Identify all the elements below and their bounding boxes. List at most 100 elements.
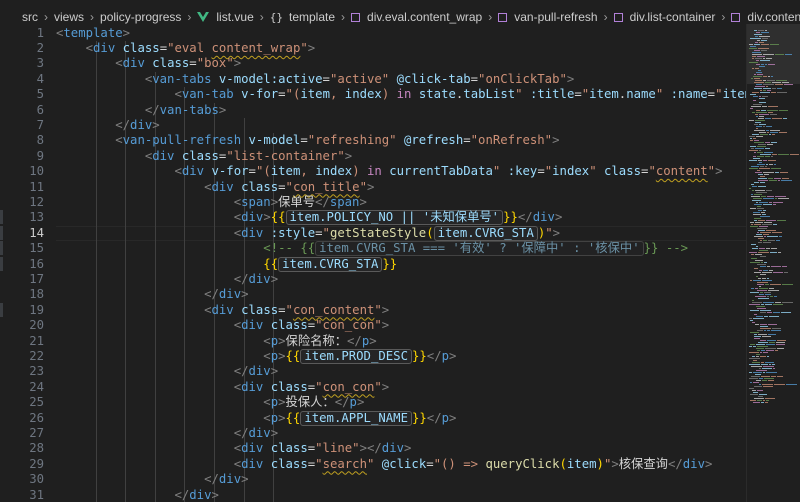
minimap-code-line [755, 68, 759, 69]
code-line[interactable]: <div v-for="(item, index) in currentTabD… [56, 164, 722, 179]
minimap-code-line [756, 344, 765, 345]
minimap-code-line [750, 400, 756, 401]
code-line[interactable]: <van-tab v-for="(item, index) in state.t… [56, 87, 746, 102]
chevron-right-icon: › [90, 10, 95, 24]
line-number: 27 [29, 425, 44, 440]
minimap-code-line [751, 258, 757, 259]
code-line[interactable]: <div class="line"></div> [56, 441, 412, 456]
minimap-code-line [759, 202, 768, 203]
minimap-code-line [761, 110, 766, 111]
code-line[interactable]: </div> [56, 272, 278, 287]
code-token: "onRefresh" [470, 133, 553, 148]
code-token: = [707, 87, 716, 102]
minimap-code-line [766, 344, 775, 345]
breadcrumb-label: policy-progress [100, 10, 182, 24]
minimap-code-line [750, 262, 760, 263]
minimap-code-line [773, 272, 783, 273]
code-line[interactable]: <p>投保人：</p> [56, 395, 364, 410]
code-token: </ [144, 102, 160, 117]
minimap-code-line [773, 312, 780, 313]
code-line[interactable]: <van-tabs v-model:active="active" @click… [56, 72, 574, 87]
code-line[interactable]: <div class="con_con"> [56, 318, 390, 333]
code-line[interactable]: <p>{{item.PROD_DESC}}</p> [56, 348, 456, 364]
code-token: p [270, 410, 279, 425]
code-line[interactable]: <van-pull-refresh v-model="refreshing" @… [56, 133, 559, 148]
code-token: > [307, 40, 316, 55]
code-line[interactable]: </div> [56, 287, 248, 302]
code-line[interactable]: <div class="con_content"> [56, 303, 389, 318]
code-line[interactable]: <div class="con_title"> [56, 180, 374, 195]
code-line[interactable]: <div class="eval content_wrap"> [56, 40, 316, 56]
change-marker [0, 225, 3, 240]
code-line[interactable]: <div class="list-container"> [56, 149, 352, 164]
code-line[interactable]: </div> [56, 118, 159, 133]
breadcrumb-item[interactable]: div.list-container [613, 10, 715, 24]
minimap-code-line [749, 378, 758, 379]
code-line[interactable]: {{item.CVRG_STA}} [56, 256, 397, 272]
code-token: class [241, 179, 279, 194]
code-token: div [381, 441, 405, 456]
code-token: = [315, 225, 323, 240]
code-token: < [233, 379, 242, 394]
minimap-code-line [756, 64, 760, 65]
minimap-code-line [754, 142, 764, 143]
code-token: div [122, 56, 145, 71]
code-line[interactable]: </div> [56, 472, 248, 487]
minimap-code-line [763, 198, 774, 199]
breadcrumb-item[interactable]: src [22, 10, 38, 24]
minimap-code-line [762, 272, 772, 273]
line-number: 24 [29, 379, 44, 394]
code-token: con_con [322, 379, 375, 394]
code-token: p [270, 333, 279, 348]
code-token: class [270, 318, 308, 333]
code-line[interactable]: <!-- {{item.CVRG_STA === '有效' ? '保障中' : … [56, 241, 688, 257]
code-line[interactable]: <template> [56, 26, 130, 41]
code-text-area[interactable]: <template> <div class="eval content_wrap… [56, 24, 746, 502]
breadcrumb-item[interactable]: {} template [270, 10, 335, 24]
code-token: ) [596, 456, 604, 471]
minimap-code-line [761, 304, 764, 305]
code-line[interactable]: <div>{{item.POLICY_NO || '未知保单号'}}</div> [56, 210, 562, 226]
minimap-code-line [763, 76, 767, 77]
minimap-code-line [751, 224, 753, 225]
code-line[interactable]: </div> [56, 364, 278, 379]
breadcrumb-item[interactable]: div.eval.content_wrap [351, 10, 482, 24]
code-line[interactable]: <div :style="getStateStyle(item.CVRG_STA… [56, 225, 560, 241]
minimap-code-line [776, 342, 785, 343]
code-token: content_wrap [211, 40, 301, 55]
code-token: </ [426, 348, 442, 363]
minimap[interactable] [746, 24, 800, 502]
code-token: class [181, 148, 219, 163]
code-line[interactable]: <p>保险名称：</p> [56, 333, 376, 349]
breadcrumb-item[interactable]: van-pull-refresh [498, 10, 598, 24]
breadcrumb-item[interactable]: policy-progress [100, 10, 181, 24]
minimap-code-line [782, 302, 793, 303]
minimap-code-line [762, 380, 767, 381]
code-line[interactable]: <span>保单号</span> [56, 195, 367, 210]
minimap-code-line [767, 340, 776, 341]
editor-area[interactable]: 1 2 3 4 5 6 7 8 9 10 11 12 13 14 15 16 17 18 19 20 21 22 23 24 2… [0, 24, 800, 502]
breadcrumb-item[interactable]: views [54, 10, 84, 24]
minimap-code-line [767, 296, 769, 297]
minimap-code-line [760, 356, 766, 357]
code-line[interactable]: <div class="box"> [56, 56, 241, 71]
minimap-code-line [769, 270, 773, 271]
code-line[interactable]: </div> [56, 426, 278, 441]
code-token: :style [270, 225, 316, 240]
code-line[interactable]: </van-tabs> [56, 103, 226, 118]
code-line[interactable]: </div> [56, 488, 218, 502]
breadcrumb-item[interactable]: list.vue [197, 10, 254, 24]
code-line[interactable]: <div class="search" @click="() => queryC… [56, 456, 713, 472]
minimap-code-line [761, 376, 770, 377]
minimap-code-line [754, 78, 760, 79]
code-line[interactable]: <div class="con_con"> [56, 379, 390, 395]
minimap-code-line [763, 270, 768, 271]
minimap-code-line [763, 242, 771, 243]
breadcrumb-item[interactable]: div.content [731, 10, 800, 24]
code-line[interactable]: <p>{{item.APPL_NAME}}</p> [56, 410, 456, 426]
